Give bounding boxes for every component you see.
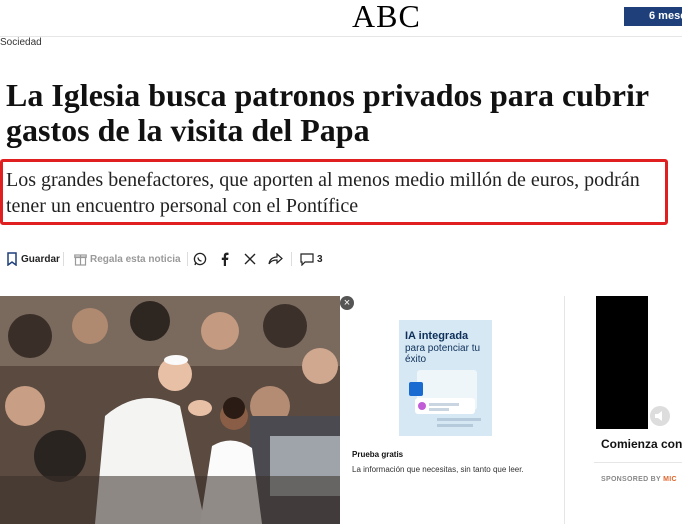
- comments-button[interactable]: 3: [300, 250, 323, 268]
- top-bar: ABC 6 meses: [0, 0, 682, 37]
- divider: [63, 252, 64, 266]
- comments-count: 3: [317, 253, 323, 265]
- save-button[interactable]: Guardar: [6, 250, 60, 268]
- gift-icon: [74, 252, 87, 266]
- ad-video[interactable]: [596, 296, 648, 429]
- article-photo[interactable]: [0, 296, 340, 524]
- advertisement-video[interactable]: Comienza con SPONSORED BY MIC: [594, 296, 682, 524]
- advertisement-copilot[interactable]: IA integrada para potenciar tu éxito Pru…: [350, 296, 565, 524]
- ad-card: IA integrada para potenciar tu éxito: [399, 320, 492, 436]
- divider: [291, 252, 292, 266]
- whatsapp-share-button[interactable]: [193, 250, 207, 268]
- site-logo[interactable]: ABC: [352, 0, 421, 32]
- facebook-share-button[interactable]: [220, 250, 230, 268]
- app-preview-icon: [409, 370, 481, 427]
- facebook-icon: [220, 252, 230, 266]
- share-arrow-icon: [268, 253, 283, 265]
- divider: [187, 252, 188, 266]
- ad-title: Comienza con: [601, 437, 682, 451]
- gift-article-button[interactable]: Regala esta noticia: [74, 250, 181, 268]
- sponsored-label: SPONSORED BY MIC: [601, 476, 677, 483]
- ad-text: La información que necesitas, sin tanto …: [352, 465, 524, 474]
- divider: [594, 462, 682, 463]
- subscribe-button[interactable]: 6 meses: [624, 7, 682, 26]
- x-icon: [244, 253, 256, 265]
- x-share-button[interactable]: [244, 250, 256, 268]
- mute-icon[interactable]: [650, 406, 670, 426]
- gift-label: Regala esta noticia: [90, 253, 181, 265]
- share-button[interactable]: [268, 250, 283, 268]
- save-label: Guardar: [21, 253, 60, 265]
- bookmark-icon: [6, 252, 18, 266]
- article-subtitle: Los grandes benefactores, que aporten al…: [6, 169, 640, 217]
- article-toolbar: Guardar Regala esta noticia 3: [6, 250, 346, 268]
- whatsapp-icon: [193, 252, 207, 266]
- section-label[interactable]: Sociedad: [0, 37, 42, 48]
- article-headline: La Iglesia busca patronos privados para …: [6, 77, 649, 148]
- comment-icon: [300, 252, 314, 266]
- ad-card-subtitle: para potenciar tu éxito: [405, 343, 481, 365]
- ad-card-title: IA integrada: [405, 330, 469, 342]
- sponsor-name: MIC: [663, 476, 677, 483]
- ad-cta[interactable]: Prueba gratis: [352, 450, 403, 459]
- sponsored-prefix: SPONSORED BY: [601, 476, 664, 483]
